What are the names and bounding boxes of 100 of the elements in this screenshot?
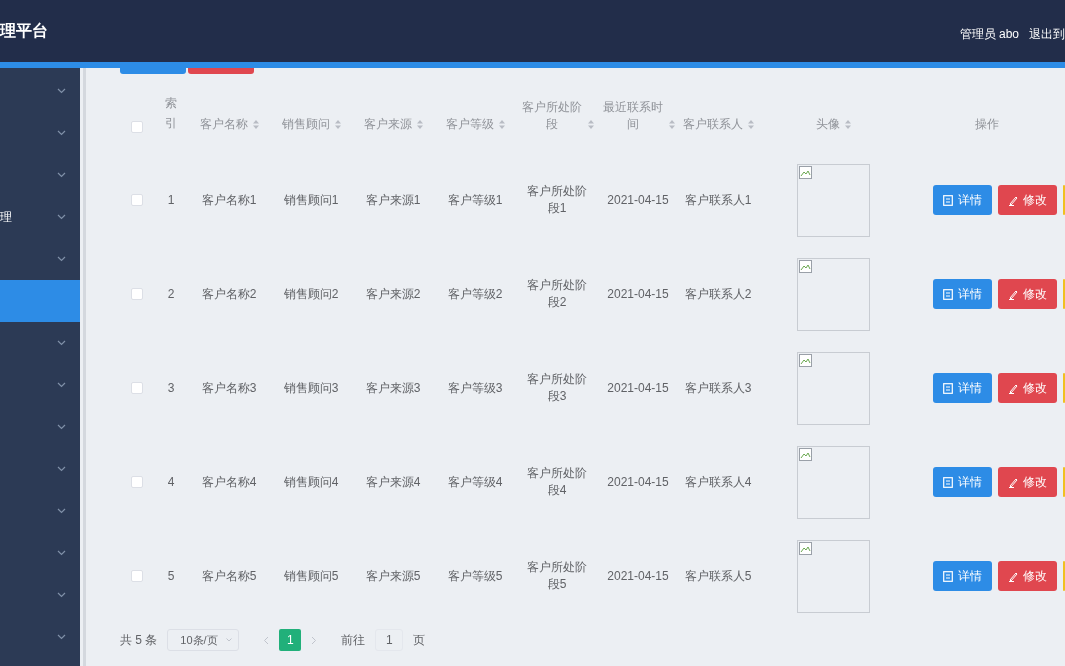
table-cell: 客户等级3 xyxy=(447,379,503,397)
toolbar-button[interactable] xyxy=(120,68,186,74)
next-page-icon[interactable] xyxy=(311,635,318,645)
table-cell: 客户联系人2 xyxy=(684,285,752,303)
table-cell: 销售顾问4 xyxy=(283,473,339,491)
column-header: 客户所处阶段 xyxy=(520,99,583,133)
table-cell: 客户来源4 xyxy=(365,473,421,491)
edit-button[interactable]: 修改 xyxy=(998,373,1057,403)
table-cell: 客户所处阶段3 xyxy=(526,371,588,405)
table-cell: 2021-04-15 xyxy=(607,191,669,209)
logout-link[interactable]: 退出到 xyxy=(1029,26,1065,43)
sort-icon[interactable] xyxy=(252,120,259,129)
page-suffix: 页 xyxy=(413,631,426,649)
page-size-select[interactable]: 10条/页 xyxy=(167,629,240,651)
chevron-down-icon xyxy=(57,382,66,388)
table-cell: 3 xyxy=(167,379,175,397)
pencil-icon xyxy=(1008,288,1018,300)
chevron-down-icon xyxy=(57,424,66,430)
column-header: 销售顾问 xyxy=(281,116,330,133)
checkbox[interactable] xyxy=(131,382,143,394)
table-cell: 客户联系人1 xyxy=(684,191,752,209)
sort-icon[interactable] xyxy=(844,120,851,129)
sort-icon[interactable] xyxy=(416,120,423,129)
sort-icon[interactable] xyxy=(668,120,675,129)
table-cell: 客户名称3 xyxy=(201,379,257,397)
table-cell: 销售顾问2 xyxy=(283,285,339,303)
table-cell: 客户所处阶段1 xyxy=(526,183,588,217)
column-header: 头像 xyxy=(815,116,840,133)
column-header: 最近联系时间 xyxy=(601,99,664,133)
chevron-down-icon xyxy=(57,214,66,220)
table-cell: 销售顾问1 xyxy=(283,191,339,209)
document-icon xyxy=(943,570,953,582)
column-header: 客户来源 xyxy=(363,116,412,133)
table-cell: 客户名称4 xyxy=(201,473,257,491)
table-cell: 5 xyxy=(167,567,175,585)
sort-icon[interactable] xyxy=(498,120,505,129)
goto-label: 前往 xyxy=(341,631,366,649)
sidebar-item[interactable]: 理 xyxy=(0,196,80,238)
edit-button[interactable]: 修改 xyxy=(998,279,1057,309)
pencil-icon xyxy=(1008,382,1018,394)
sort-icon[interactable] xyxy=(747,120,754,129)
table-cell: 客户所处阶段2 xyxy=(526,277,588,311)
chevron-down-icon xyxy=(57,256,66,262)
edit-button[interactable]: 修改 xyxy=(998,467,1057,497)
chevron-down-icon xyxy=(57,130,66,136)
table-cell: 客户联系人3 xyxy=(684,379,752,397)
page-input[interactable]: 1 xyxy=(375,629,404,651)
edit-button[interactable]: 修改 xyxy=(998,561,1057,591)
checkbox[interactable] xyxy=(131,121,143,133)
sidebar-item[interactable] xyxy=(0,280,80,322)
table-cell: 客户等级2 xyxy=(447,285,503,303)
column-header: 客户联系人 xyxy=(682,116,743,133)
document-icon xyxy=(943,382,953,394)
chevron-down-icon xyxy=(57,508,66,514)
details-button[interactable]: 详情 xyxy=(933,185,992,215)
chevron-down-icon xyxy=(57,88,66,94)
pencil-icon xyxy=(1008,570,1018,582)
user-name: 管理员 abo xyxy=(959,26,1019,43)
details-button[interactable]: 详情 xyxy=(933,467,992,497)
total-count: 共 5 条 xyxy=(120,631,158,649)
details-button[interactable]: 详情 xyxy=(933,373,992,403)
details-button[interactable]: 详情 xyxy=(933,279,992,309)
toolbar-button[interactable] xyxy=(188,68,254,74)
document-icon xyxy=(943,476,953,488)
table-cell: 客户来源3 xyxy=(365,379,421,397)
table-cell: 销售顾问5 xyxy=(283,567,339,585)
table-cell: 客户等级4 xyxy=(447,473,503,491)
previous-page-icon[interactable] xyxy=(263,635,270,645)
details-button[interactable]: 详情 xyxy=(933,561,992,591)
table-cell: 2021-04-15 xyxy=(607,285,669,303)
broken-image-icon xyxy=(798,259,813,274)
checkbox[interactable] xyxy=(131,570,143,582)
caret-icon xyxy=(226,638,233,642)
chevron-down-icon xyxy=(57,634,66,640)
broken-image-icon xyxy=(798,447,813,462)
table-cell: 客户来源1 xyxy=(365,191,421,209)
checkbox[interactable] xyxy=(131,194,143,206)
table-cell: 客户来源2 xyxy=(365,285,421,303)
document-icon xyxy=(943,194,953,206)
column-header: 索引 xyxy=(165,95,177,132)
checkbox[interactable] xyxy=(131,288,143,300)
table-cell: 客户等级5 xyxy=(447,567,503,585)
chevron-down-icon xyxy=(57,550,66,556)
app-title: 理平台 xyxy=(0,20,48,41)
edit-button[interactable]: 修改 xyxy=(998,185,1057,215)
sort-icon[interactable] xyxy=(587,120,594,129)
table-cell: 客户等级1 xyxy=(447,191,503,209)
broken-image-icon xyxy=(798,353,813,368)
pencil-icon xyxy=(1008,476,1018,488)
table-cell: 2021-04-15 xyxy=(607,567,669,585)
broken-image-icon xyxy=(798,541,813,556)
sort-icon[interactable] xyxy=(334,120,341,129)
table-cell: 2021-04-15 xyxy=(607,379,669,397)
table-cell: 客户名称2 xyxy=(201,285,257,303)
chevron-down-icon xyxy=(57,340,66,346)
page-button[interactable]: 1 xyxy=(279,629,302,651)
checkbox[interactable] xyxy=(131,476,143,488)
column-header: 客户等级 xyxy=(445,116,494,133)
chevron-down-icon xyxy=(57,466,66,472)
table-cell: 销售顾问3 xyxy=(283,379,339,397)
